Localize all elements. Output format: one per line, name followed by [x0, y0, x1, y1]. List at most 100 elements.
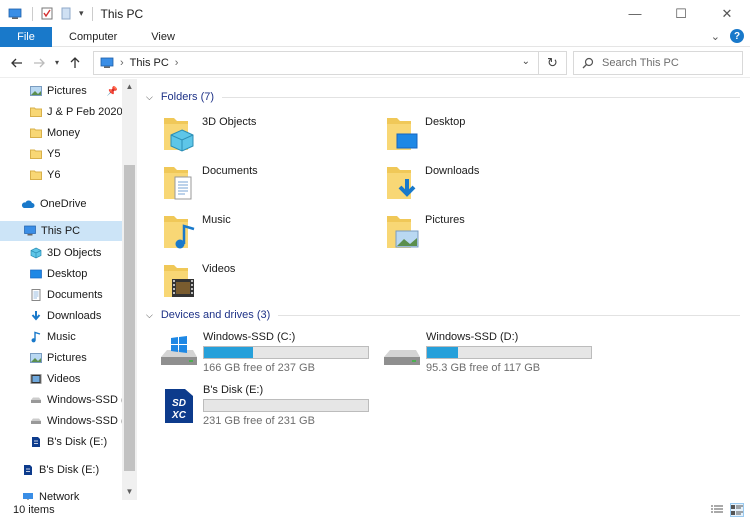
folder-label: Pictures	[425, 214, 465, 226]
nav-item-3d-objects[interactable]: 3D Objects	[30, 243, 101, 263]
sdxc-card-icon: SD XC	[165, 389, 193, 423]
nav-item-b-disk[interactable]: B's Disk (E:)	[22, 460, 99, 480]
tab-view[interactable]: View	[134, 27, 192, 47]
address-dropdown-icon[interactable]: ⌄	[522, 56, 530, 67]
nav-item-network[interactable]: Network	[22, 487, 79, 500]
maximize-button[interactable]: ☐	[658, 0, 704, 27]
folder-tile-music[interactable]: Music	[162, 212, 382, 258]
documents-folder-icon	[164, 167, 192, 200]
nav-item-label: Pictures	[47, 352, 87, 364]
nav-item-windows-ssd-d[interactable]: Windows-SSD (D	[30, 411, 133, 431]
nav-item-label: Windows-SSD (D	[47, 415, 133, 427]
nav-item-label: Desktop	[47, 268, 88, 280]
search-icon	[574, 57, 602, 69]
title-bar: ▾ This PC — ☐ ✕	[0, 0, 750, 27]
this-pc-icon	[100, 57, 114, 68]
forward-button[interactable]	[28, 52, 50, 74]
folder-tile-documents[interactable]: Documents	[162, 163, 382, 209]
search-input[interactable]	[602, 57, 732, 69]
svg-text:SD: SD	[172, 398, 186, 409]
folder-icon	[30, 148, 42, 160]
folder-label: Videos	[202, 263, 236, 275]
new-folder-icon[interactable]	[61, 7, 71, 20]
folder-label: Music	[202, 214, 231, 226]
nav-item-videos[interactable]: Videos	[30, 369, 80, 389]
expand-ribbon-icon[interactable]: ⌄	[711, 30, 720, 43]
videos-folder-icon	[164, 265, 194, 297]
devices-group-header[interactable]: ⌵ Devices and drives (3)	[140, 305, 746, 325]
breadcrumb-item-this-pc[interactable]: This PC	[130, 57, 169, 69]
folder-label: Desktop	[425, 116, 466, 128]
nav-pane-scrollbar[interactable]: ▲ ▼	[122, 79, 137, 500]
documents-icon	[30, 289, 42, 301]
address-bar[interactable]: › This PC › ⌄	[93, 51, 539, 75]
folder-label: Documents	[202, 165, 258, 177]
nav-item-label: Y6	[47, 169, 61, 181]
nav-item-label: Pictures	[47, 85, 87, 97]
folder-tile-desktop[interactable]: Desktop	[385, 114, 605, 160]
folders-group-header[interactable]: ⌵ Folders (7)	[140, 87, 746, 107]
scroll-down-arrow-icon[interactable]: ▼	[122, 484, 137, 498]
pin-icon[interactable]: 📌	[107, 86, 118, 97]
tab-file[interactable]: File	[0, 26, 52, 47]
nav-item-folder[interactable]: Y6	[30, 165, 60, 185]
nav-item-folder[interactable]: Money	[30, 123, 80, 143]
scrollbar-thumb[interactable]	[124, 165, 135, 471]
music-folder-icon	[164, 216, 195, 249]
details-view-icon[interactable]	[710, 503, 724, 517]
nav-item-music[interactable]: Music	[30, 327, 76, 347]
nav-item-label: This PC	[41, 225, 81, 237]
drive-usage-bar	[426, 346, 592, 359]
properties-icon[interactable]	[41, 7, 53, 20]
nav-item-downloads[interactable]: Downloads	[30, 306, 101, 326]
chevron-down-icon[interactable]: ⌵	[146, 310, 153, 321]
tab-computer[interactable]: Computer	[52, 27, 134, 47]
drive-tile-c[interactable]: Windows-SSD (C:) 166 GB free of 237 GB	[159, 329, 379, 375]
folder-icon	[30, 127, 42, 139]
drive-icon	[30, 415, 42, 427]
search-box[interactable]	[573, 51, 743, 75]
nav-item-pictures-pinned[interactable]: Pictures 📌	[30, 81, 122, 101]
nav-item-windows-ssd-c[interactable]: Windows-SSD (C	[30, 390, 133, 410]
drive-icon	[30, 394, 42, 406]
close-button[interactable]: ✕	[704, 0, 750, 27]
nav-item-b-disk-child[interactable]: B's Disk (E:)	[30, 432, 107, 452]
drive-tile-e[interactable]: SD XC B's Disk (E:) 231 GB free of 231 G…	[159, 382, 379, 428]
breadcrumb-separator[interactable]: ›	[175, 57, 179, 69]
up-button[interactable]	[64, 52, 86, 74]
customize-toolbar-icon[interactable]: ▾	[79, 8, 84, 19]
minimize-button[interactable]: —	[612, 0, 658, 27]
help-icon[interactable]: ?	[730, 29, 744, 43]
nav-item-folder[interactable]: J & P Feb 2020	[30, 102, 123, 122]
nav-item-label: J & P Feb 2020	[47, 106, 123, 118]
back-button[interactable]	[6, 52, 28, 74]
nav-item-label: B's Disk (E:)	[39, 464, 100, 476]
nav-item-this-pc[interactable]: This PC	[0, 221, 122, 241]
nav-item-label: Music	[47, 331, 76, 343]
nav-item-documents[interactable]: Documents	[30, 285, 103, 305]
drive-tile-d[interactable]: Windows-SSD (D:) 95.3 GB free of 117 GB	[382, 329, 602, 375]
scroll-up-arrow-icon[interactable]: ▲	[122, 79, 137, 93]
recent-locations-button[interactable]: ▾	[50, 52, 64, 74]
nav-item-onedrive[interactable]: OneDrive	[21, 194, 86, 214]
folder-tile-3d-objects[interactable]: 3D Objects	[162, 114, 382, 160]
folder-tile-videos[interactable]: Videos	[162, 261, 382, 307]
nav-item-pictures[interactable]: Pictures	[30, 348, 87, 368]
folder-icon	[30, 106, 42, 118]
nav-item-folder[interactable]: Y5	[30, 144, 60, 164]
chevron-down-icon[interactable]: ⌵	[146, 92, 153, 103]
back-arrow-icon	[11, 58, 22, 67]
svg-text:XC: XC	[171, 410, 187, 421]
refresh-button[interactable]: ↻	[539, 51, 567, 75]
folder-tile-pictures[interactable]: Pictures	[385, 212, 605, 258]
nav-item-desktop[interactable]: Desktop	[30, 264, 87, 284]
status-bar: 10 items	[0, 500, 750, 520]
tiles-view-icon[interactable]	[730, 503, 744, 517]
network-icon	[22, 491, 34, 500]
folder-tile-downloads[interactable]: Downloads	[385, 163, 605, 209]
downloads-folder-icon	[387, 167, 416, 199]
group-title: Devices and drives (3)	[160, 309, 271, 321]
pictures-icon	[30, 352, 42, 364]
drive-name: Windows-SSD (C:)	[203, 331, 296, 343]
breadcrumb-separator[interactable]: ›	[120, 57, 124, 69]
